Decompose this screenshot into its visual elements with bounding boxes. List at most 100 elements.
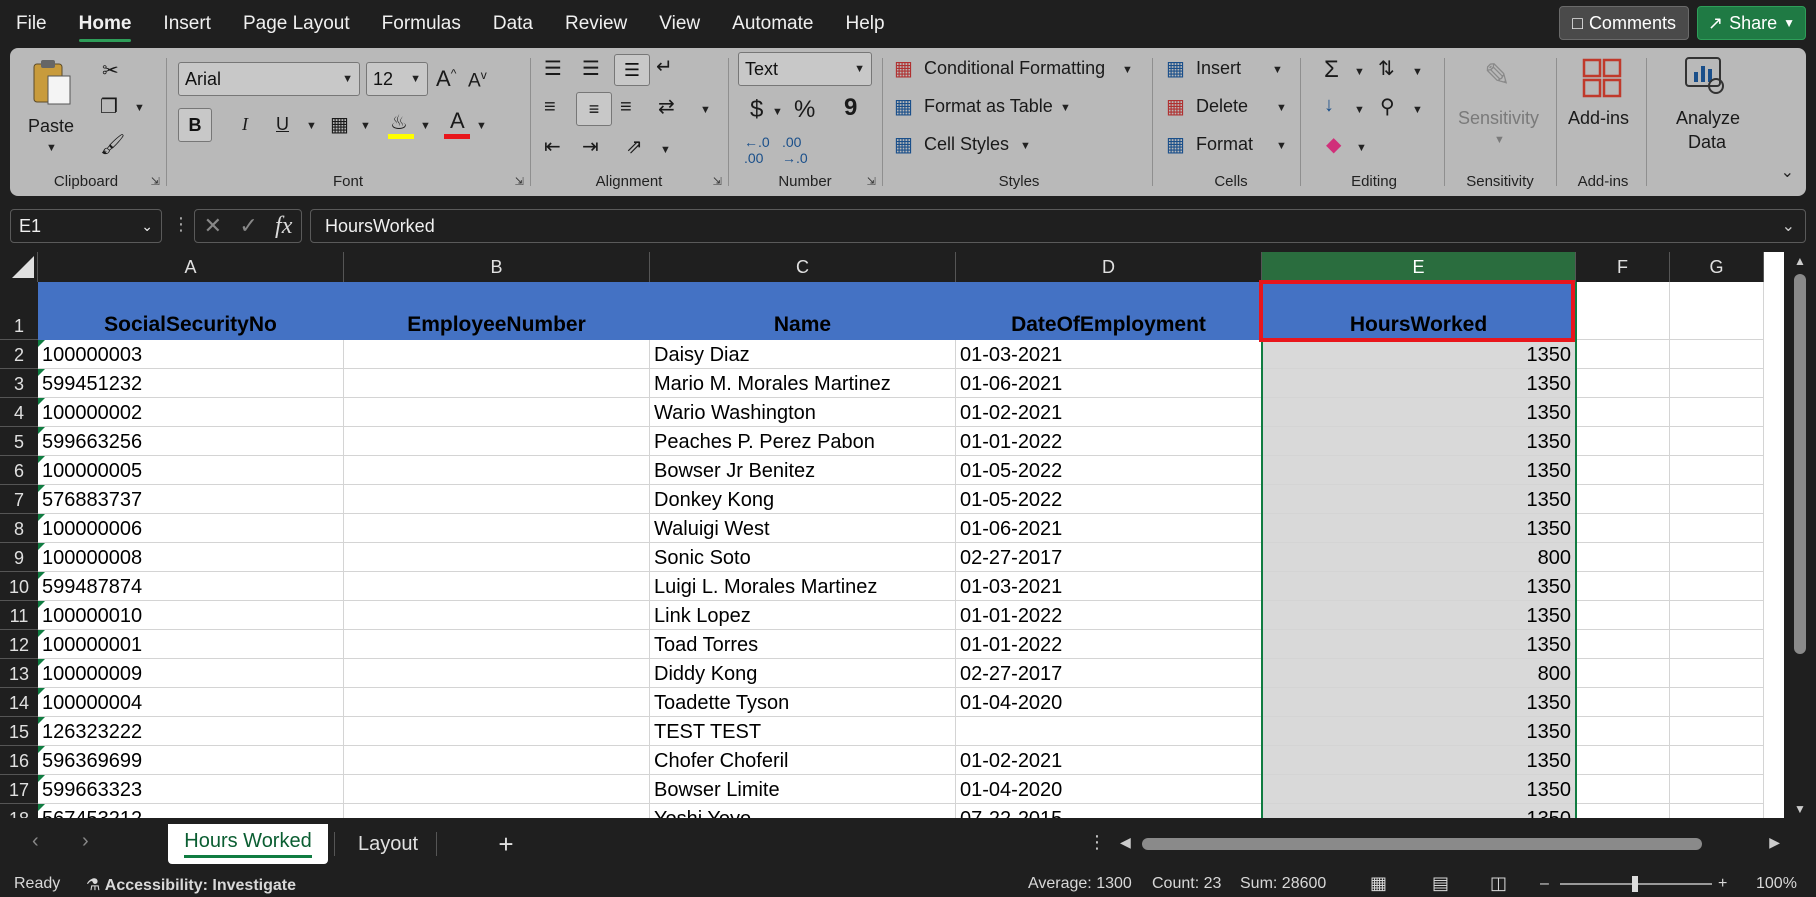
tab-formulas[interactable]: Formulas xyxy=(366,0,477,48)
error-indicator-icon[interactable] xyxy=(38,601,45,608)
vertical-scrollbar[interactable]: ▲ ▼ xyxy=(1784,252,1816,818)
cell-name[interactable]: Bowser Jr Benitez xyxy=(650,456,956,485)
comma-style-button[interactable]: 9 xyxy=(844,94,857,122)
cell[interactable] xyxy=(1670,717,1764,746)
name-box[interactable]: E1 ⌄ xyxy=(10,209,162,243)
header-cell[interactable]: EmployeeNumber xyxy=(344,282,650,340)
row-header[interactable]: 18 xyxy=(0,804,38,818)
zoom-slider[interactable] xyxy=(1560,876,1712,892)
error-indicator-icon[interactable] xyxy=(38,746,45,753)
header-cell[interactable]: HoursWorked xyxy=(1262,282,1576,340)
cell-emp[interactable] xyxy=(344,804,650,818)
cell-name[interactable]: Daisy Diaz xyxy=(650,340,956,369)
dialog-launcher-icon[interactable]: ⇲ xyxy=(151,175,160,188)
align-right-icon[interactable]: ≡ xyxy=(620,96,632,119)
cell[interactable] xyxy=(1670,369,1764,398)
cell-ssn[interactable]: 100000003 xyxy=(38,340,344,369)
cell-hours[interactable]: 1350 xyxy=(1262,746,1576,775)
cut-icon[interactable]: ✂ xyxy=(102,58,119,83)
sheet-tab-layout[interactable]: Layout xyxy=(340,824,436,864)
cell-date[interactable]: 01-03-2021 xyxy=(956,572,1262,601)
page-layout-view-icon[interactable]: ▤ xyxy=(1432,873,1449,894)
enter-icon[interactable]: ✓ xyxy=(239,213,257,239)
cell-ssn[interactable]: 599487874 xyxy=(38,572,344,601)
cell[interactable] xyxy=(1670,688,1764,717)
row-header[interactable]: 3 xyxy=(0,369,38,398)
copy-icon[interactable]: ❐ xyxy=(100,94,118,119)
cell-hours[interactable]: 1350 xyxy=(1262,456,1576,485)
cell[interactable] xyxy=(1576,775,1670,804)
column-header-f[interactable]: F xyxy=(1576,252,1670,282)
cell-emp[interactable] xyxy=(344,717,650,746)
accessibility-status[interactable]: ⚗ Accessibility: Investigate xyxy=(86,875,296,895)
cell-name[interactable]: TEST TEST xyxy=(650,717,956,746)
row-header[interactable]: 12 xyxy=(0,630,38,659)
row-header[interactable]: 9 xyxy=(0,543,38,572)
cell-ssn[interactable]: 599451232 xyxy=(38,369,344,398)
cell-emp[interactable] xyxy=(344,456,650,485)
row-header[interactable]: 17 xyxy=(0,775,38,804)
cell-name[interactable]: Yoshi Yoyo xyxy=(650,804,956,818)
bold-button[interactable]: B xyxy=(178,108,212,142)
row-header[interactable]: 13 xyxy=(0,659,38,688)
cell-hours[interactable]: 1350 xyxy=(1262,369,1576,398)
cell[interactable] xyxy=(1576,340,1670,369)
scroll-down-icon[interactable]: ▼ xyxy=(1794,802,1806,816)
italic-button[interactable]: I xyxy=(242,114,248,135)
cell[interactable] xyxy=(1576,630,1670,659)
decrease-indent-icon[interactable]: ⇤ xyxy=(544,134,561,159)
cell-name[interactable]: Diddy Kong xyxy=(650,659,956,688)
cell-emp[interactable] xyxy=(344,543,650,572)
cell-date[interactable]: 01-04-2020 xyxy=(956,775,1262,804)
dialog-launcher-icon[interactable]: ⇲ xyxy=(713,175,722,188)
tab-review[interactable]: Review xyxy=(549,0,643,48)
addins-button[interactable]: Add-ins xyxy=(1560,54,1646,154)
cell-emp[interactable] xyxy=(344,398,650,427)
currency-button[interactable]: $ xyxy=(750,96,763,124)
tab-file[interactable]: File xyxy=(0,0,63,48)
chevron-down-icon[interactable]: ▼ xyxy=(700,104,711,116)
cell[interactable] xyxy=(1576,282,1670,340)
cell-hours[interactable]: 1350 xyxy=(1262,572,1576,601)
cell-emp[interactable] xyxy=(344,340,650,369)
row-header[interactable]: 2 xyxy=(0,340,38,369)
cell-ssn[interactable]: 100000002 xyxy=(38,398,344,427)
error-indicator-icon[interactable] xyxy=(38,775,45,782)
percent-button[interactable]: % xyxy=(794,96,815,124)
cell[interactable] xyxy=(1576,543,1670,572)
cell[interactable] xyxy=(1576,746,1670,775)
cell[interactable] xyxy=(1576,514,1670,543)
cell-date[interactable]: 01-03-2021 xyxy=(956,340,1262,369)
header-cell[interactable]: Name xyxy=(650,282,956,340)
page-break-view-icon[interactable]: ◫ xyxy=(1490,873,1507,894)
chevron-down-icon[interactable]: ▼ xyxy=(420,120,431,132)
search-icon[interactable]: ⚲ xyxy=(1380,94,1395,119)
error-indicator-icon[interactable] xyxy=(38,630,45,637)
vertical-scroll-thumb[interactable] xyxy=(1794,274,1806,654)
cell-ssn[interactable]: 576883737 xyxy=(38,485,344,514)
align-center-button[interactable]: ≡ xyxy=(576,92,612,126)
horizontal-scroll-thumb[interactable] xyxy=(1142,838,1702,850)
scroll-up-icon[interactable]: ▲ xyxy=(1794,254,1806,268)
cell-ssn[interactable]: 126323222 xyxy=(38,717,344,746)
cell-hours[interactable]: 800 xyxy=(1262,659,1576,688)
autosum-icon[interactable]: Σ xyxy=(1324,56,1339,84)
error-indicator-icon[interactable] xyxy=(38,659,45,666)
cell-emp[interactable] xyxy=(344,369,650,398)
row-header[interactable]: 10 xyxy=(0,572,38,601)
shrink-font-button[interactable]: Av xyxy=(468,68,487,92)
cell-emp[interactable] xyxy=(344,688,650,717)
expand-formula-bar-icon[interactable]: ⌄ xyxy=(1782,216,1795,236)
tab-data[interactable]: Data xyxy=(477,0,549,48)
formula-input[interactable]: HoursWorked ⌄ xyxy=(310,209,1806,243)
chevron-down-icon[interactable]: ▼ xyxy=(1354,104,1365,116)
font-color-button[interactable]: A xyxy=(444,108,472,140)
align-left-icon[interactable]: ≡ xyxy=(544,96,556,119)
merge-center-icon[interactable]: ⇄ xyxy=(658,94,675,119)
cell-ssn[interactable]: 100000006 xyxy=(38,514,344,543)
chevron-down-icon[interactable]: ▼ xyxy=(1412,104,1423,116)
chevron-down-icon[interactable]: ▼ xyxy=(660,144,671,156)
dialog-launcher-icon[interactable]: ⇲ xyxy=(867,175,876,188)
number-format-select[interactable]: Text ▼ xyxy=(738,52,872,86)
cell-hours[interactable]: 1350 xyxy=(1262,630,1576,659)
